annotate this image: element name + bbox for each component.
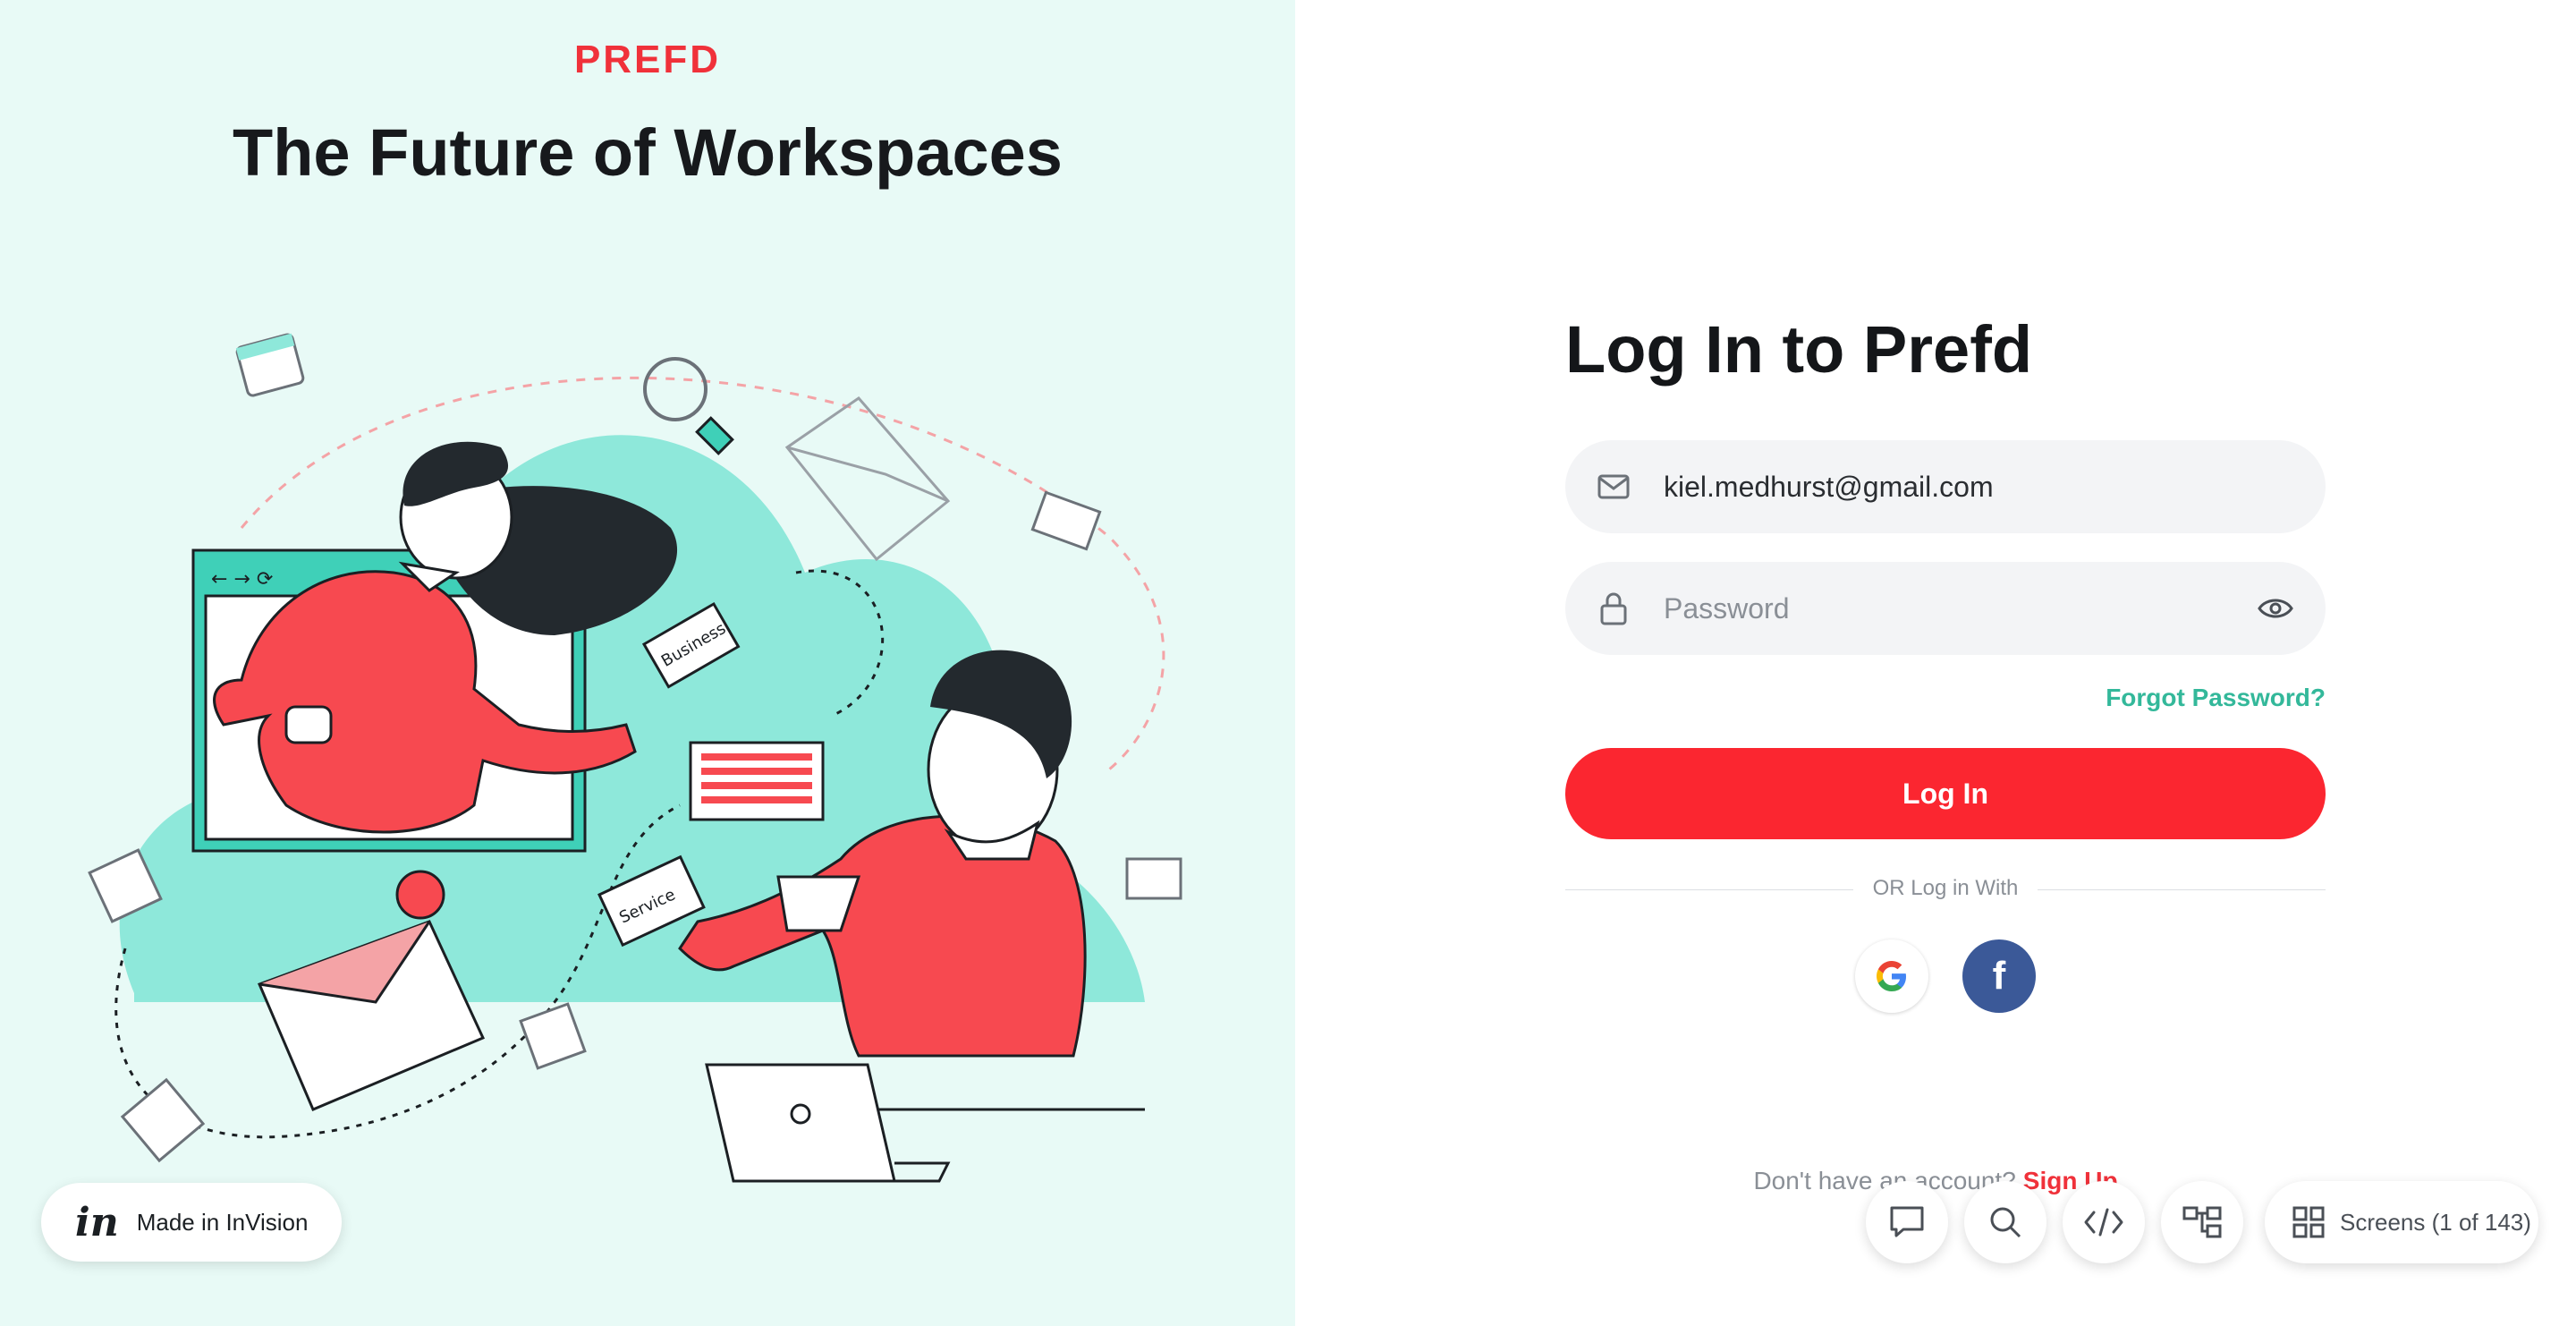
workspace-illustration: ← → ⟳ Business Service <box>88 333 1182 1183</box>
password-input[interactable] <box>1662 591 2238 626</box>
divider-label: OR Log in With <box>1872 876 2019 900</box>
email-input[interactable] <box>1662 469 2238 505</box>
envelope-outline-graphic <box>784 396 951 562</box>
svg-text:← → ⟳: ← → ⟳ <box>211 568 273 591</box>
google-icon <box>1877 961 1906 991</box>
eye-icon[interactable] <box>2256 589 2295 628</box>
screens-label: Screens (1 of 143) <box>2340 1208 2531 1236</box>
grid-icon <box>2292 1206 2325 1238</box>
marketing-panel: PREFD The Future of Workspaces ← → ⟳ Bus… <box>0 0 1295 1326</box>
comment-icon <box>1890 1206 1924 1237</box>
comment-button[interactable] <box>1866 1181 1948 1263</box>
login-button[interactable]: Log In <box>1565 748 2326 839</box>
search-icon <box>1990 1207 2021 1238</box>
flow-map-button[interactable] <box>2161 1181 2243 1263</box>
inspect-code-button[interactable] <box>2063 1181 2145 1263</box>
screens-button[interactable]: Screens (1 of 143) <box>2265 1181 2538 1263</box>
brand-logo: PREFD <box>573 38 722 81</box>
page-title: Log In to Prefd <box>1565 312 2033 387</box>
divider-line <box>2038 889 2326 890</box>
made-in-invision-badge[interactable]: in Made in InVision <box>41 1183 342 1262</box>
document-card-graphic <box>689 741 825 821</box>
invision-badge-label: Made in InVision <box>136 1208 309 1236</box>
page-tagline: The Future of Workspaces <box>233 115 1063 190</box>
lock-icon <box>1594 589 1633 628</box>
google-login-button[interactable] <box>1855 939 1928 1013</box>
mail-icon <box>1594 467 1633 506</box>
invision-logo-icon: in <box>75 1199 119 1245</box>
flow-icon <box>2182 1206 2222 1238</box>
facebook-icon: f <box>1992 954 2006 998</box>
forgot-password-link[interactable]: Forgot Password? <box>1565 684 2326 712</box>
email-field[interactable] <box>1565 440 2326 533</box>
search-button[interactable] <box>1964 1181 2046 1263</box>
code-icon <box>2084 1208 2123 1237</box>
login-panel: Log In to Prefd Forgot Password? Log In … <box>1295 0 2576 1326</box>
facebook-login-button[interactable]: f <box>1962 939 2036 1013</box>
social-divider: OR Log in With <box>1565 875 2326 902</box>
password-field[interactable] <box>1565 562 2326 655</box>
